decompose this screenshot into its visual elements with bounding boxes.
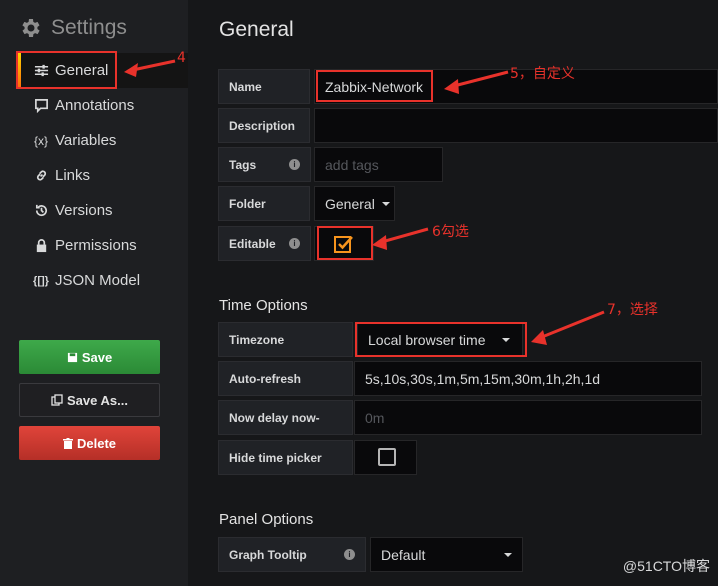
info-icon: i [289,238,300,249]
settings-title-text: Settings [51,16,127,39]
tags-input[interactable]: add tags [314,147,443,182]
sidebar-item-json-model[interactable]: {[]} JSON Model [18,263,188,298]
sidebar-item-annotations[interactable]: Annotations [18,88,188,123]
settings-title: Settings [19,14,127,42]
sidebar-item-label: Versions [55,202,113,219]
hidepicker-label: Hide time picker [218,440,353,475]
gear-icon [22,19,40,37]
nowdelay-placeholder: 0m [365,409,385,426]
annotation-label-4: 4 [177,50,186,66]
annotation-box-general [16,51,117,89]
tooltip-select-value: Default [381,546,426,563]
chevron-down-icon [504,552,512,557]
folder-label: Folder [218,186,310,221]
tooltip-label-text: Graph Tooltip [229,547,307,562]
info-icon: i [289,159,300,170]
sidebar-item-label: Annotations [55,97,135,114]
tags-label-text: Tags [229,157,257,172]
timezone-label: Timezone [218,322,353,357]
sidebar-item-label: Links [55,167,91,184]
sidebar-item-permissions[interactable]: Permissions [18,228,188,263]
general-heading: General [219,18,294,41]
description-label-text: Description [229,118,296,133]
annotation-box-timezone [355,322,527,357]
autorefresh-input[interactable]: 5s,10s,30s,1m,5m,15m,30m,1h,2h,1d [354,361,702,396]
sidebar-item-versions[interactable]: Versions [18,193,188,228]
hidepicker-label-text: Hide time picker [229,450,322,465]
variables-icon: {x} [33,133,48,148]
delete-button-label: Delete [76,435,117,451]
nowdelay-label: Now delay now- [218,400,353,435]
tooltip-select[interactable]: Default [370,537,523,572]
folder-label-text: Folder [229,196,266,211]
description-label: Description [218,108,310,143]
lock-icon [33,238,49,253]
sidebar-item-label: Variables [55,132,117,149]
folder-select[interactable]: General [314,186,395,221]
timezone-label-text: Timezone [229,332,285,347]
watermark: @51CTO博客 [622,558,710,574]
tags-placeholder: add tags [325,156,379,173]
sidebar-item-variables[interactable]: {x} Variables [18,123,188,158]
save-icon [67,352,77,362]
autorefresh-input-value: 5s,10s,30s,1m,5m,15m,30m,1h,2h,1d [365,370,601,387]
settings-main: General Name Zabbix-Network Description … [188,0,718,586]
delete-button[interactable]: Delete [19,426,160,460]
time-options-heading: Time Options [219,297,308,314]
editable-label-text: Editable [229,236,276,251]
name-label: Name [218,69,310,104]
annotation-box-editable [317,226,373,260]
nowdelay-label-text: Now delay now- [229,410,320,425]
json-icon: {[]} [33,274,49,287]
panel-options-heading: Panel Options [219,511,314,528]
annotation-label-5: 5，自定义 [510,66,575,82]
sidebar-item-links[interactable]: Links [18,158,188,193]
sidebar-item-label: Permissions [55,237,137,254]
save-as-button[interactable]: Save As... [19,383,160,417]
annotation-label-6: 6勾选 [432,224,469,240]
save-button-label: Save [81,349,113,365]
nowdelay-input[interactable]: 0m [354,400,702,435]
save-as-button-label: Save As... [67,392,128,408]
history-icon [33,203,49,218]
trash-icon [62,437,73,449]
save-button[interactable]: Save [19,340,160,374]
link-icon [33,168,49,183]
editable-label: Editable i [218,226,311,261]
sidebar-item-label: JSON Model [55,272,141,289]
tags-label: Tags i [218,147,311,182]
name-label-text: Name [229,79,262,94]
annotation-box-name [316,70,433,102]
autorefresh-label: Auto-refresh [218,361,353,396]
annotation-label-7: 7，选择 [607,302,658,318]
info-icon: i [344,549,355,560]
copy-icon [51,394,63,406]
folder-select-value: General [325,195,375,212]
description-input[interactable] [314,108,718,143]
tooltip-label: Graph Tooltip i [218,537,366,572]
hidepicker-checkbox[interactable] [378,448,396,466]
chevron-down-icon [381,201,390,206]
comment-icon [33,98,49,113]
autorefresh-label-text: Auto-refresh [229,371,302,386]
